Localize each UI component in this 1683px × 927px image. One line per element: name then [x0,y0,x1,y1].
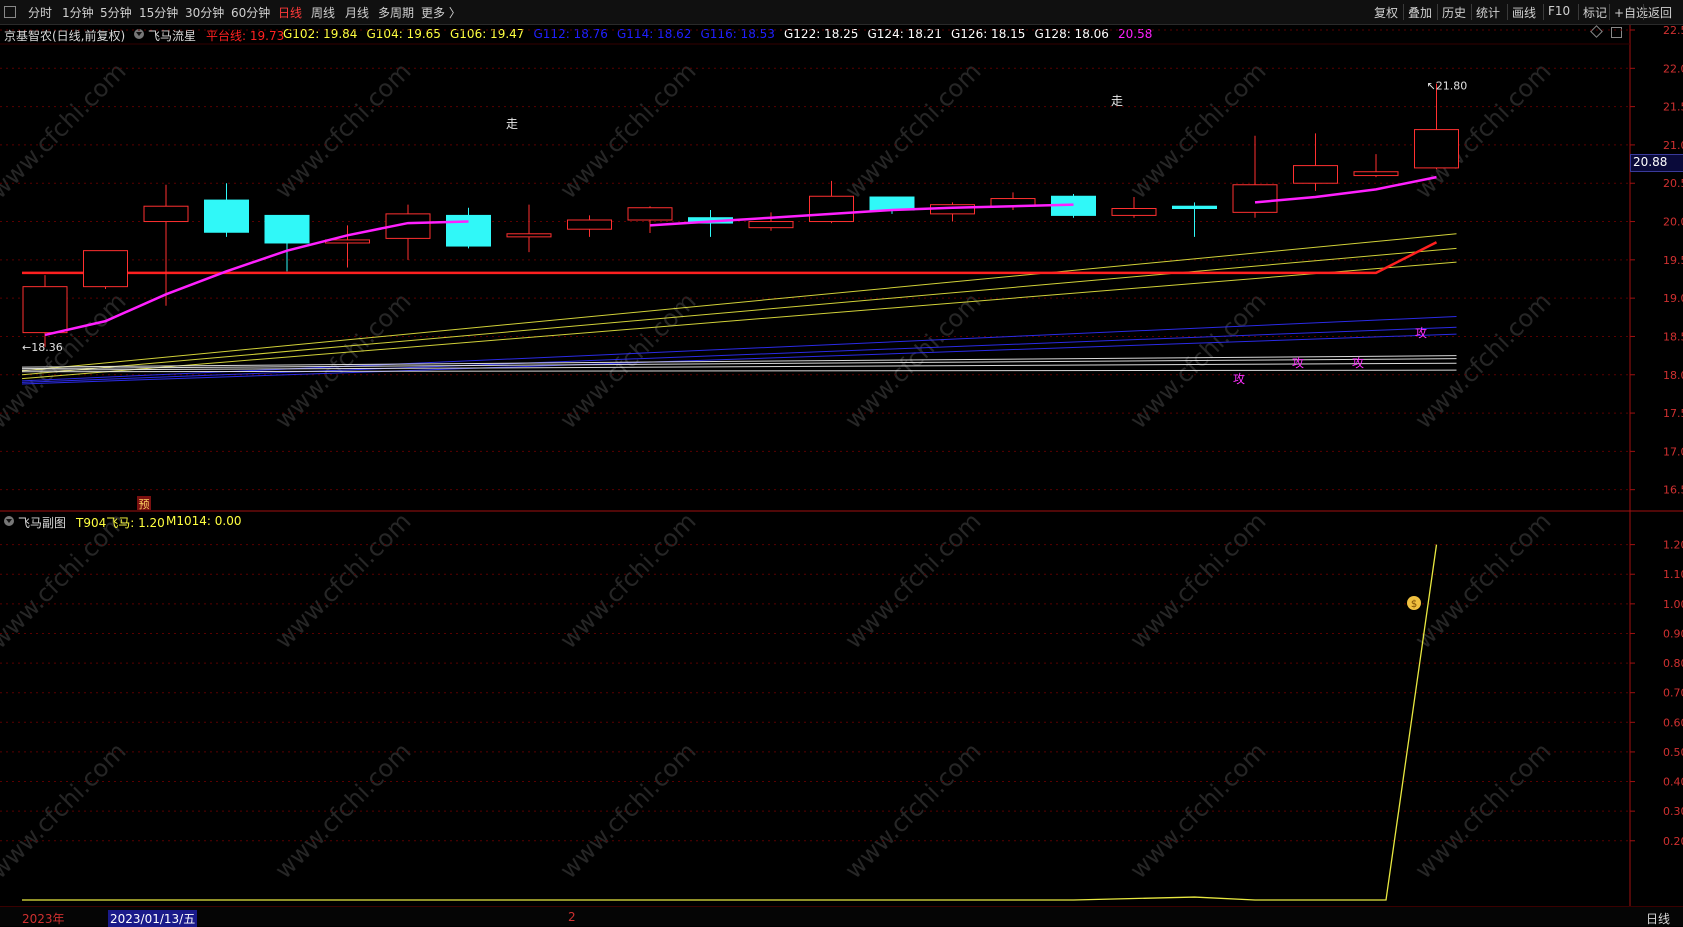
candle-body [869,196,915,211]
signal-gong: 攻 [1352,356,1364,370]
signal-yu: 预 [139,498,150,511]
sub-indicator-name[interactable]: 飞马副图 [18,514,66,531]
period-label[interactable]: 日线 [1646,910,1670,927]
y-tick-label: 17.00 [1663,445,1683,458]
candle-body [1232,184,1278,213]
watermark-text: www.cfchi.com [269,57,416,204]
trend-line [1254,175,1437,204]
y-tick-label: 17.50 [1663,407,1683,420]
candle-body [748,221,794,229]
y-tick-label: 0.30 [1663,805,1683,818]
y-tick-label: 20.00 [1663,216,1683,229]
sub-indicator-bar: 飞马副图 T904飞马: 1.20 M1014: 0.00 [0,512,1632,530]
candle-body [22,286,68,334]
y-tick-label: 16.50 [1663,484,1683,497]
candle-body [204,199,249,233]
y-tick-label: 1.00 [1663,598,1683,611]
y-tick-label: 0.80 [1663,657,1683,670]
candle-body [567,219,612,230]
candle-body [1293,165,1338,184]
y-tick-label: 22.00 [1663,62,1683,75]
money-bag-symbol: $ [1411,599,1417,610]
y-tick-label: 20.50 [1663,177,1683,190]
signal-gong: 攻 [1292,356,1304,370]
signal-zou: 走 [506,117,518,131]
candle-body [809,195,854,223]
cursor-date: 2023/01/13/五 [108,910,198,927]
watermark-text: www.cfchi.com [0,57,131,204]
watermark-text: www.cfchi.com [269,287,416,434]
trend-line [649,203,1074,227]
time-axis-bar: 2023年 2023/01/13/五 2 日线 [0,906,1683,927]
watermark-text: www.cfchi.com [1124,57,1271,204]
time-mark: 2 [568,910,576,924]
low-price-label: ←18.36 [22,341,63,354]
y-tick-label: 21.00 [1663,139,1683,152]
y-tick-label: 19.00 [1663,292,1683,305]
y-tick-label: 19.50 [1663,254,1683,267]
y-tick-label: 0.90 [1663,627,1683,640]
chart-area: www.cfchi.com www.cfchi.com www.cfchi.com w… [0,24,1683,906]
watermark-text: www.cfchi.com [1409,287,1556,434]
y-tick-label: 0.60 [1663,716,1683,729]
candle-body [1414,129,1459,169]
signal-gong: 攻 [1233,372,1245,386]
signal-gong: 攻 [1415,326,1427,340]
y-tick-label: 1.20 [1663,539,1683,552]
y-tick-label: 18.00 [1663,369,1683,382]
y-tick-label: 18.50 [1663,330,1683,343]
signal-zou: 走 [1111,94,1123,108]
y-tick-label: 21.50 [1663,101,1683,114]
y-tick-label: 0.70 [1663,687,1683,700]
candle-body [143,205,189,223]
watermark-text: www.cfchi.com [554,57,701,204]
candle-body [1111,208,1157,216]
candle-body [264,214,310,244]
indicator-value-0: T904飞马: 1.20 [76,516,165,530]
high-price-label: ↖21.80 [1427,80,1468,93]
y-tick-label: 0.20 [1663,835,1683,848]
candle-body [446,214,491,247]
year-label: 2023年 [22,912,65,926]
candle-body [1353,171,1399,177]
y-tick-label: 0.40 [1663,776,1683,789]
candle-body [506,233,552,238]
y-tick-label: 1.10 [1663,568,1683,581]
candle-body [83,250,128,288]
current-price-tag: 20.88 [1630,154,1683,172]
candle-body [1172,205,1217,210]
y-tick-label: 0.50 [1663,746,1683,759]
y-tick-label: 22.50 [1663,24,1683,37]
candle-body [627,207,673,221]
watermark-text: www.cfchi.com [839,57,986,204]
indicator-value-1: M1014: 0.00 [166,514,242,528]
